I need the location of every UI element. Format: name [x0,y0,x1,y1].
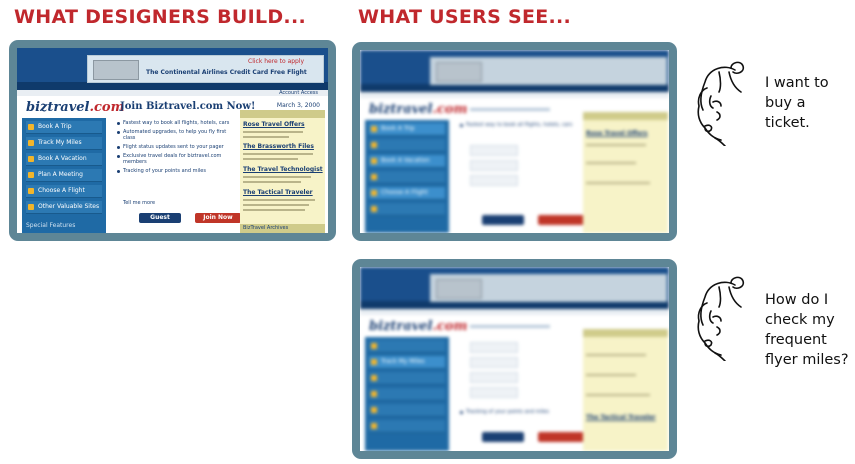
sidebar-item-book-vacation[interactable]: Book A Vacation [369,155,445,168]
list-item: Tracking of your points and miles [460,409,549,415]
sidebar-item-track-miles[interactable]: Track My Miles [26,137,102,150]
star-icon [28,140,34,146]
news-link[interactable]: The Tactical Traveler [586,414,656,421]
designer-screenshot: Click here to apply The Continental Airl… [17,48,328,233]
star-icon [28,204,34,210]
user-question-ticket: I want to buy a ticket. [765,75,829,131]
news-link[interactable]: The Brassworth Files [243,143,314,150]
site-logo: biztravel.com [26,100,125,115]
designer-screenshot-frame: Click here to apply The Continental Airl… [9,40,336,241]
sidebar-item-choose-flight[interactable]: Choose A Flight [369,187,445,200]
site-date: March 3, 2000 [276,102,320,109]
user-view-miles: biztravel.com Track My Miles Tracking of… [360,267,669,451]
sidebar-item-track-miles[interactable]: Track My Miles [369,356,445,369]
sidebar-item-book-vacation[interactable]: Book A Vacation [26,153,102,166]
user-view-miles-frame: biztravel.com Track My Miles Tracking of… [352,259,677,459]
news-link[interactable]: The Travel Technologist [243,166,323,173]
list-item: Fastest way to book all flights, hotels,… [117,120,237,126]
user-view-ticket: biztravel.com Book A Trip Book A Vacatio… [360,50,669,233]
join-now-button[interactable]: Join Now [195,213,241,223]
sidebar-item-book-trip[interactable]: Book A Trip [26,121,102,134]
sidebar-item-book-trip[interactable]: Book A Trip [369,123,445,136]
news-link[interactable]: The Tactical Traveler [243,189,313,196]
star-icon [28,124,34,130]
site-sidebar: Book A Trip Track My Miles Book A Vacati… [22,118,106,233]
join-title: Join Biztravel.com Now! [120,101,256,112]
sidebar-item-plan-meeting[interactable]: Plan A Meeting [26,169,102,182]
sidebar-footer: Special Features [26,222,76,229]
account-link[interactable]: Account Access [279,90,318,96]
list-item: Fastest way to book all flights, hotels,… [460,122,580,128]
list-item: Automated upgrades, to help you fly firs… [117,129,237,141]
woman-face-icon [697,61,745,146]
star-icon [28,156,34,162]
woman-face-icon [697,276,745,361]
credit-card-icon [93,60,139,80]
heading-designers: WHAT DESIGNERS BUILD... [14,6,306,28]
news-column: Rose Travel Offers The Brassworth Files … [240,110,325,233]
list-item: Tracking of your points and miles [117,168,237,174]
feature-list: Fastest way to book all flights, hotels,… [117,120,237,177]
sidebar-item-choose-flight[interactable]: Choose A Flight [26,185,102,198]
user-question-miles: How do I check my frequent flyer miles? [765,292,849,368]
sidebar-item-other-sites[interactable]: Other Valuable Sites [26,201,102,214]
archives-link[interactable]: BizTravel Archives [240,224,325,233]
list-item: Flight status updates sent to your pager [117,144,237,150]
guest-button[interactable]: Guest [139,213,181,223]
news-link[interactable]: Rose Travel Offers [243,121,305,128]
user-view-ticket-frame: biztravel.com Book A Trip Book A Vacatio… [352,42,677,241]
heading-users: WHAT USERS SEE... [358,6,572,28]
list-item: Exclusive travel deals for biztravel.com… [117,153,237,165]
star-icon [28,188,34,194]
tell-more-link[interactable]: Tell me more [123,200,155,206]
star-icon [28,172,34,178]
news-link[interactable]: Rose Travel Offers [586,130,648,137]
credit-card-banner[interactable]: Click here to apply The Continental Airl… [87,55,324,83]
